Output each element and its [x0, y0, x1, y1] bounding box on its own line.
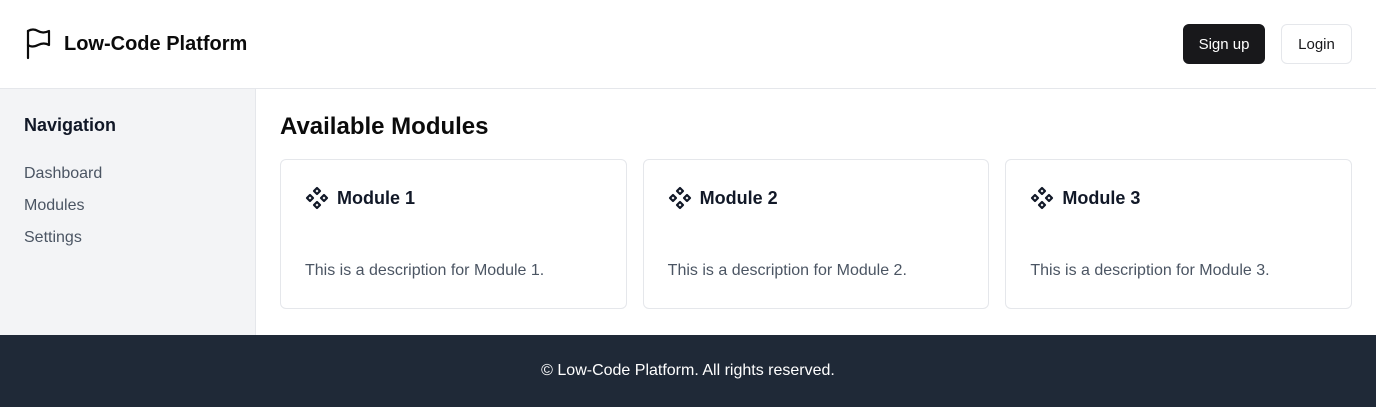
app-title: Low-Code Platform — [64, 32, 248, 55]
module-description: This is a description for Module 1. — [305, 262, 545, 279]
page-title: Available Modules — [280, 113, 489, 140]
module-title: Module 3 — [1062, 187, 1141, 208]
app-header: Low-Code Platform Sign up Login — [0, 0, 1376, 89]
module-icon — [668, 186, 692, 210]
sidebar-item-modules[interactable]: Modules — [24, 190, 231, 222]
sidebar-nav: Dashboard Modules Settings — [24, 158, 231, 254]
footer: © Low-Code Platform. All rights reserved… — [0, 335, 1376, 407]
module-list: Module 1 This is a description for Modul… — [280, 159, 1353, 309]
module-card[interactable]: Module 2 This is a description for Modul… — [642, 159, 990, 309]
module-icon — [1030, 186, 1054, 210]
module-card[interactable]: Module 1 This is a description for Modul… — [280, 159, 627, 309]
signup-button[interactable]: Sign up — [1183, 24, 1265, 64]
module-description: This is a description for Module 2. — [667, 262, 907, 279]
header-actions: Sign up Login — [1183, 24, 1352, 64]
brand[interactable]: Low-Code Platform — [24, 27, 247, 61]
module-title: Module 2 — [699, 187, 778, 208]
module-card[interactable]: Module 3 This is a description for Modul… — [1005, 159, 1353, 309]
sidebar: Navigation Dashboard Modules Settings — [0, 89, 256, 335]
login-button[interactable]: Login — [1281, 24, 1352, 64]
footer-text: © Low-Code Platform. All rights reserved… — [541, 362, 835, 379]
sidebar-title: Navigation — [24, 115, 117, 135]
module-card-header: Module 3 — [1030, 186, 1327, 210]
module-card-header: Module 2 — [668, 186, 965, 210]
module-card-header: Module 1 — [305, 186, 602, 210]
sidebar-item-settings[interactable]: Settings — [24, 222, 231, 254]
sidebar-item-dashboard[interactable]: Dashboard — [24, 158, 231, 190]
module-title: Module 1 — [337, 187, 416, 208]
main-content: Available Modules Module 1 This is a des… — [256, 89, 1376, 335]
module-icon — [305, 186, 329, 210]
module-description: This is a description for Module 3. — [1030, 262, 1270, 279]
flag-icon — [24, 27, 54, 61]
